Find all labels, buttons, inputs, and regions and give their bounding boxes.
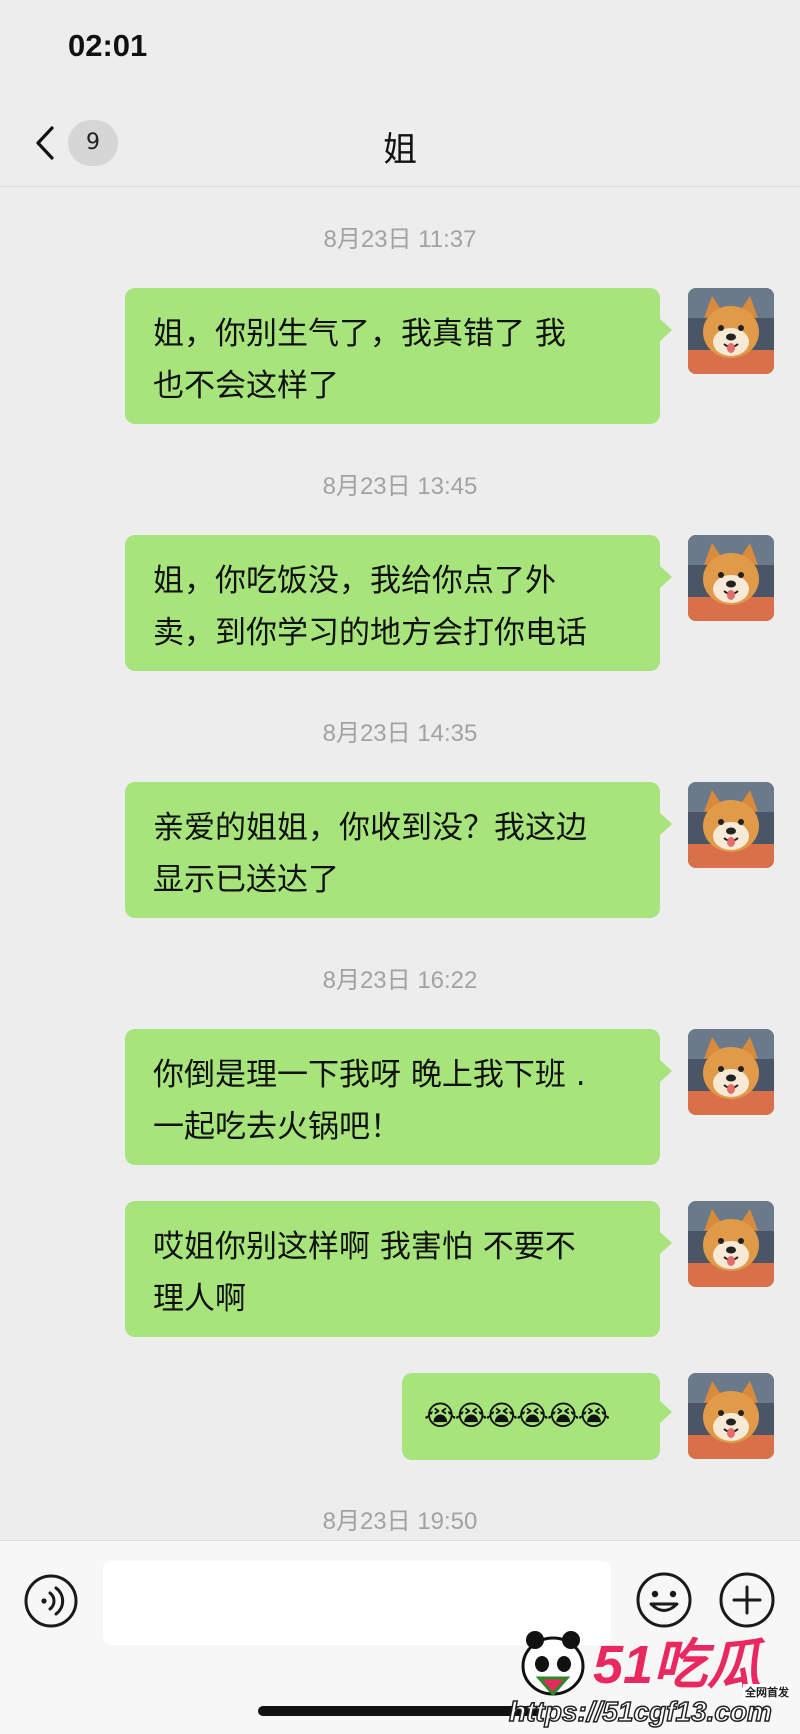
avatar[interactable] [688,1029,774,1115]
bubble-tail [659,1400,672,1424]
bubble-tail [659,1059,672,1083]
message-timestamp: 8月23日 16:22 [322,967,478,994]
message-line: 亲爱的姐姐，你收到没？我这边 [153,810,587,846]
voice-button[interactable] [23,1573,79,1633]
bubble-tail [659,812,672,836]
message-line: 理人啊 [153,1281,246,1317]
message-line: 姐，你别生气了，我真错了 我 [153,316,566,352]
message-bubble[interactable]: 😭😭😭😭😭😭 [402,1373,672,1460]
chat-header: 9 姐 [0,100,800,187]
avatar[interactable] [688,535,774,621]
bubble-tail [659,318,672,342]
message-bubble[interactable]: 哎姐你别这样啊 我害怕 不要不 理人啊 [125,1201,672,1337]
message-line: 卖，到你学习的地方会打你电话 [153,615,587,651]
message-line: 也不会这样了 [153,368,339,404]
chat-title: 姐 [383,130,417,170]
shiba-dog-avatar-icon [688,782,774,868]
avatar[interactable] [688,1201,774,1287]
home-indicator [258,1706,542,1716]
avatar[interactable] [688,1373,774,1459]
watermark: 51吃瓜 全网首发 https://51cgf13.com [503,1614,800,1733]
message-timestamp: 8月23日 14:35 [322,720,478,747]
message-timestamp: 8月23日 19:50 [322,1508,478,1535]
shiba-dog-avatar-icon [688,288,774,374]
bubble-tail [659,565,672,589]
message-bubble[interactable]: 姐，你吃饭没，我给你点了外 卖，到你学习的地方会打你电话 [125,535,672,671]
shiba-dog-avatar-icon [688,1373,774,1459]
message-line: 你倒是理一下我呀 晚上我下班 . [153,1057,586,1093]
message-line: 一起吃去火锅吧！ [153,1109,401,1145]
watermark-url: https://51cgf13.com [508,1695,772,1728]
voice-icon [24,1574,78,1628]
message-bubble[interactable]: 亲爱的姐姐，你收到没？我这边 显示已送达了 [125,782,672,918]
avatar[interactable] [688,782,774,868]
shiba-dog-avatar-icon [688,1029,774,1115]
message-bubble[interactable]: 姐，你别生气了，我真错了 我 也不会这样了 [125,288,672,424]
message-line: 显示已送达了 [153,862,339,898]
message-timestamp: 8月23日 13:45 [322,473,478,500]
message-bubble[interactable]: 你倒是理一下我呀 晚上我下班 . 一起吃去火锅吧！ [125,1029,672,1165]
status-time: 02:01 [68,28,148,63]
bubble-tail [659,1231,672,1255]
status-bar: 02:01 [0,0,800,100]
message-line: 哎姐你别这样啊 我害怕 不要不 [153,1229,576,1265]
message-timestamp: 8月23日 11:37 [323,226,477,253]
message-line: 姐，你吃饭没，我给你点了外 [153,563,556,599]
avatar[interactable] [688,288,774,374]
watermelon-mascot-icon [521,1631,585,1697]
emoji-message: 😭😭😭😭😭😭 [424,1399,610,1432]
watermark-brand: 51吃瓜 [593,1635,762,1695]
shiba-dog-avatar-icon [688,1201,774,1287]
shiba-dog-avatar-icon [688,535,774,621]
